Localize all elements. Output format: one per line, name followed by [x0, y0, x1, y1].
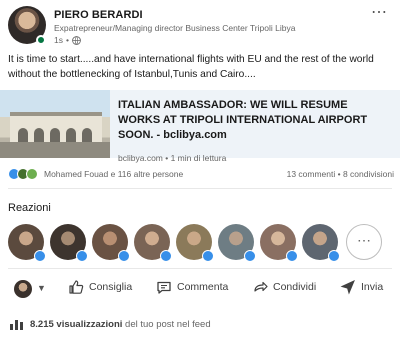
post-action-bar: ▼ Consiglia Commenta Condividi Invia [8, 278, 394, 300]
post-meta: 1s • [54, 35, 81, 45]
link-title-separator: - [153, 129, 164, 141]
share-label: Condividi [273, 281, 317, 293]
meta-separator: • [65, 35, 69, 45]
author-name[interactable]: PIERO BERARDI [54, 9, 143, 21]
bar-chart-icon [10, 320, 23, 330]
like-button[interactable]: Consiglia [68, 279, 132, 295]
post-views[interactable]: 8.215 visualizzazioni del tuo post nel f… [10, 318, 211, 330]
online-status-dot [36, 35, 46, 45]
link-meta: bclibya.com • 1 min di lettura [118, 153, 390, 163]
link-read-time: 1 min di lettura [170, 153, 227, 163]
comments-count-link[interactable]: 13 commenti [287, 169, 336, 179]
social-counts-bar: Mohamed Fouad e 116 altre persone 13 com… [8, 166, 394, 182]
reaction-icons[interactable] [8, 168, 38, 180]
like-badge-icon [202, 250, 214, 262]
reactions-title: Reazioni [8, 202, 51, 214]
caret-down-icon[interactable]: ▼ [37, 283, 46, 293]
comment-button[interactable]: Commenta [156, 279, 228, 295]
send-label: Invia [361, 281, 384, 293]
post-text: It is time to start.....and have interna… [8, 54, 374, 80]
thumbs-up-icon [69, 280, 84, 294]
send-icon [340, 280, 355, 295]
like-badge-icon [244, 250, 256, 262]
share-arrow-icon [254, 281, 268, 292]
share-button[interactable]: Condividi [252, 279, 316, 295]
like-badge-icon [118, 250, 130, 262]
views-suffix: del tuo post nel feed [122, 318, 211, 330]
link-title[interactable]: ITALIAN AMBASSADOR: WE WILL RESUME WORKS… [118, 98, 390, 143]
reactors-link[interactable]: Mohamed Fouad e 116 altre persone [44, 169, 183, 179]
globe-icon [72, 35, 81, 45]
link-source: bclibya.com [163, 129, 227, 141]
comment-icon [157, 281, 171, 294]
like-badge-icon [286, 250, 298, 262]
author-headline: Expatrepreneur/Managing director Busines… [54, 23, 296, 33]
act-as-avatar[interactable] [14, 280, 32, 298]
comments-shares: 13 commenti • 8 condivisioni [287, 169, 394, 179]
post-header: PIERO BERARDI Expatrepreneur/Managing di… [8, 5, 392, 48]
divider [8, 268, 392, 269]
link-domain: bclibya.com [118, 153, 163, 163]
link-thumbnail-image [0, 90, 110, 158]
reactors-avatar-row: ⋯ [8, 224, 392, 262]
post-time: 1s [54, 35, 63, 45]
more-options-icon[interactable]: ⋯ [371, 5, 388, 21]
support-reaction-icon [26, 168, 38, 180]
divider [8, 188, 392, 189]
comment-label: Commenta [177, 281, 229, 293]
more-reactors-button[interactable]: ⋯ [346, 224, 382, 260]
social-separator: • [335, 169, 343, 179]
like-badge-icon [76, 250, 88, 262]
like-badge-icon [34, 250, 46, 262]
send-button[interactable]: Invia [340, 279, 383, 295]
like-badge-icon [328, 250, 340, 262]
like-label: Consiglia [89, 281, 133, 293]
link-meta-separator: • [162, 153, 171, 163]
like-badge-icon [160, 250, 172, 262]
views-count: 8.215 visualizzazioni [30, 318, 123, 330]
link-preview-card[interactable]: ITALIAN AMBASSADOR: WE WILL RESUME WORKS… [0, 90, 400, 163]
shares-count-link[interactable]: 8 condivisioni [343, 169, 394, 179]
